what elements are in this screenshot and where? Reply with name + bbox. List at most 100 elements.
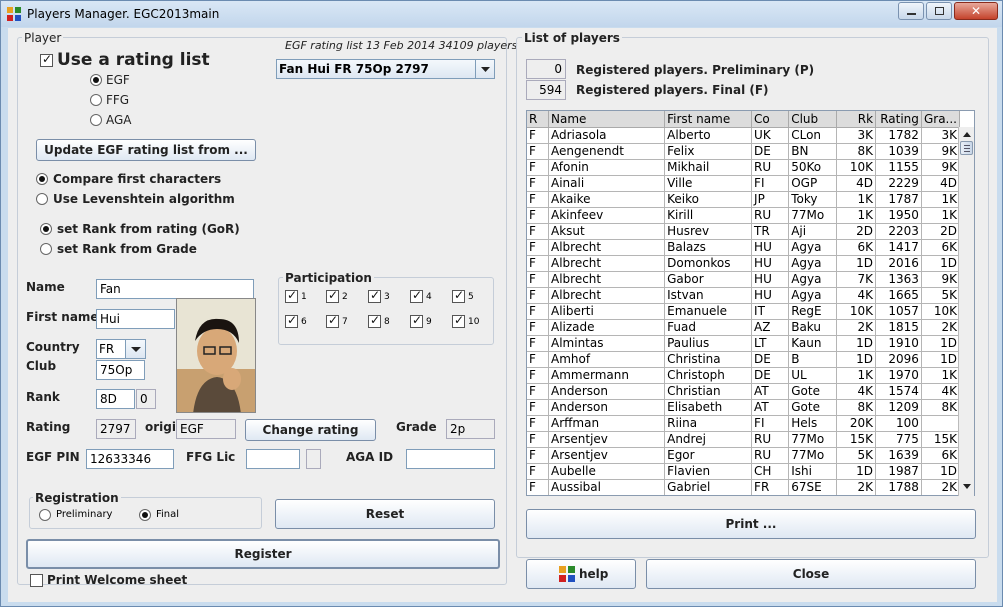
help-button[interactable]: help xyxy=(526,559,636,589)
table-row[interactable]: F Albrecht Istvan HU Agya 4K 1665 5K xyxy=(527,287,961,304)
table-row[interactable]: F Aussibal Gabriel FR 67SE 2K 1788 2K xyxy=(527,479,961,495)
column-header[interactable]: R xyxy=(527,111,549,128)
country-dropdown[interactable] xyxy=(125,340,145,358)
egf-pin-field[interactable]: 12633346 xyxy=(86,449,174,469)
table-row[interactable]: F Arsentjev Andrej RU 77Mo 15K 775 15K xyxy=(527,431,961,448)
club-field[interactable]: 75Op xyxy=(96,360,145,380)
table-row[interactable]: F Aengenendt Felix DE BN 8K 1039 9K xyxy=(527,143,961,160)
app-logo-icon xyxy=(7,7,21,21)
column-header[interactable]: Co xyxy=(751,111,790,128)
table-row[interactable]: F Albrecht Gabor HU Agya 7K 1363 9K xyxy=(527,271,961,288)
table-row[interactable]: F Aksut Husrev TR Aji 2D 2203 2D xyxy=(527,223,961,240)
round-8-checkbox[interactable] xyxy=(368,313,381,328)
rating-list-info: EGF rating list 13 Feb 2014 34109 player… xyxy=(285,39,518,52)
maximize-button[interactable] xyxy=(926,2,952,20)
table-row[interactable]: F Amhof Christina DE B 1D 2096 1D xyxy=(527,351,961,368)
radio-rank-from-grade[interactable] xyxy=(40,243,52,255)
table-row[interactable]: F Almintas Paulius LT Kaun 1D 1910 1D xyxy=(527,335,961,352)
round-5-checkbox[interactable] xyxy=(452,288,465,303)
change-rating-button[interactable]: Change rating xyxy=(245,419,376,441)
column-header[interactable]: Rating xyxy=(875,111,922,128)
table-cell: 4D xyxy=(836,175,877,192)
table-row[interactable]: F Ainali Ville FI OGP 4D 2229 4D xyxy=(527,175,961,192)
table-row[interactable]: F Akaike Keiko JP Toky 1K 1787 1K xyxy=(527,191,961,208)
update-rating-list-button[interactable]: Update EGF rating list from ... xyxy=(36,139,256,161)
radio-levenshtein[interactable] xyxy=(36,193,48,205)
table-row[interactable]: F Adriasola Alberto UK CLon 3K 1782 3K xyxy=(527,127,961,144)
round-9-checkbox[interactable] xyxy=(410,313,423,328)
round-6-checkbox[interactable] xyxy=(285,313,298,328)
reset-button[interactable]: Reset xyxy=(275,499,495,529)
table-cell: Mikhail xyxy=(664,159,753,176)
column-header[interactable]: First name xyxy=(664,111,753,128)
first-name-field[interactable]: Hui xyxy=(96,309,175,329)
scroll-thumb[interactable] xyxy=(960,141,973,155)
radio-compare-first[interactable] xyxy=(36,173,48,185)
ffg-lic-field[interactable] xyxy=(246,449,300,469)
table-cell: 6K xyxy=(921,447,961,464)
radio-ffg[interactable] xyxy=(90,94,102,106)
table-row[interactable]: F Aliberti Emanuele IT RegE 10K 1057 10K xyxy=(527,303,961,320)
player-select-dropdown[interactable] xyxy=(475,60,494,78)
radio-aga[interactable] xyxy=(90,114,102,126)
table-cell: F xyxy=(527,399,549,416)
player-select-combo[interactable]: Fan Hui FR 75Op 2797 xyxy=(276,59,495,79)
rank-extra-field: 0 xyxy=(136,389,156,409)
help-logo-icon xyxy=(559,566,575,582)
table-row[interactable]: F Akinfeev Kirill RU 77Mo 1K 1950 1K xyxy=(527,207,961,224)
round-4-checkbox[interactable] xyxy=(410,288,423,303)
print-button[interactable]: Print ... xyxy=(526,509,976,539)
table-row[interactable]: F Arffman Riina FI Hels 20K 100 xyxy=(527,415,961,432)
table-cell: FI xyxy=(751,415,790,432)
aga-id-field[interactable] xyxy=(406,449,495,469)
table-row[interactable]: F Albrecht Balazs HU Agya 6K 1417 6K xyxy=(527,239,961,256)
window-close-button[interactable]: ✕ xyxy=(954,2,998,20)
table-cell: 1D xyxy=(921,335,961,352)
country-combo[interactable]: FR xyxy=(96,339,146,359)
round-1-checkbox[interactable] xyxy=(285,288,298,303)
column-header[interactable]: Club xyxy=(788,111,837,128)
scroll-down-icon[interactable] xyxy=(961,482,973,492)
name-field[interactable]: Fan xyxy=(96,279,254,299)
round-3-checkbox[interactable] xyxy=(368,288,381,303)
table-row[interactable]: F Afonin Mikhail RU 50Ko 10K 1155 9K xyxy=(527,159,961,176)
column-header[interactable]: Gra... xyxy=(921,111,961,128)
radio-rank-from-rating[interactable] xyxy=(40,223,52,235)
table-cell: Amhof xyxy=(548,351,666,368)
close-button[interactable]: Close xyxy=(646,559,976,589)
radio-preliminary[interactable] xyxy=(39,509,51,521)
table-cell: 1155 xyxy=(875,159,922,176)
table-cell: Agya xyxy=(788,271,837,288)
use-rating-list-checkbox[interactable] xyxy=(40,52,53,67)
table-row[interactable]: F Anderson Elisabeth AT Gote 8K 1209 8K xyxy=(527,399,961,416)
table-row[interactable]: F Aubelle Flavien CH Ishi 1D 1987 1D xyxy=(527,463,961,480)
round-2-checkbox[interactable] xyxy=(326,288,339,303)
table-cell: Agya xyxy=(788,239,837,256)
table-cell: Alizade xyxy=(548,319,666,336)
register-button[interactable]: Register xyxy=(26,539,500,569)
table-cell xyxy=(921,415,961,432)
radio-final[interactable] xyxy=(139,509,151,521)
table-row[interactable]: F Arsentjev Egor RU 77Mo 5K 1639 6K xyxy=(527,447,961,464)
table-row[interactable]: F Alizade Fuad AZ Baku 2K 1815 2K xyxy=(527,319,961,336)
table-row[interactable]: F Anderson Christian AT Gote 4K 1574 4K xyxy=(527,383,961,400)
scroll-up-icon[interactable] xyxy=(961,129,973,139)
table-cell: 1665 xyxy=(875,287,922,304)
table-cell: Keiko xyxy=(664,191,753,208)
round-10-checkbox[interactable] xyxy=(452,313,465,328)
table-scrollbar[interactable] xyxy=(958,127,974,496)
table-cell: Istvan xyxy=(664,287,753,304)
rank-field[interactable]: 8D xyxy=(96,389,135,409)
round-7-checkbox[interactable] xyxy=(326,313,339,328)
table-row[interactable]: F Ammermann Christoph DE UL 1K 1970 1K xyxy=(527,367,961,384)
radio-egf[interactable] xyxy=(90,74,102,86)
column-header[interactable]: Name xyxy=(548,111,666,128)
column-header[interactable]: Rk xyxy=(836,111,877,128)
table-cell: Agya xyxy=(788,255,837,272)
table-cell: LT xyxy=(751,335,790,352)
window-title: Players Manager. EGC2013main xyxy=(27,7,220,21)
minimize-button[interactable] xyxy=(898,2,924,20)
table-row[interactable]: F Albrecht Domonkos HU Agya 1D 2016 1D xyxy=(527,255,961,272)
players-manager-window: Players Manager. EGC2013main ✕ Player EG… xyxy=(0,0,1003,607)
print-welcome-checkbox[interactable] xyxy=(30,574,43,587)
